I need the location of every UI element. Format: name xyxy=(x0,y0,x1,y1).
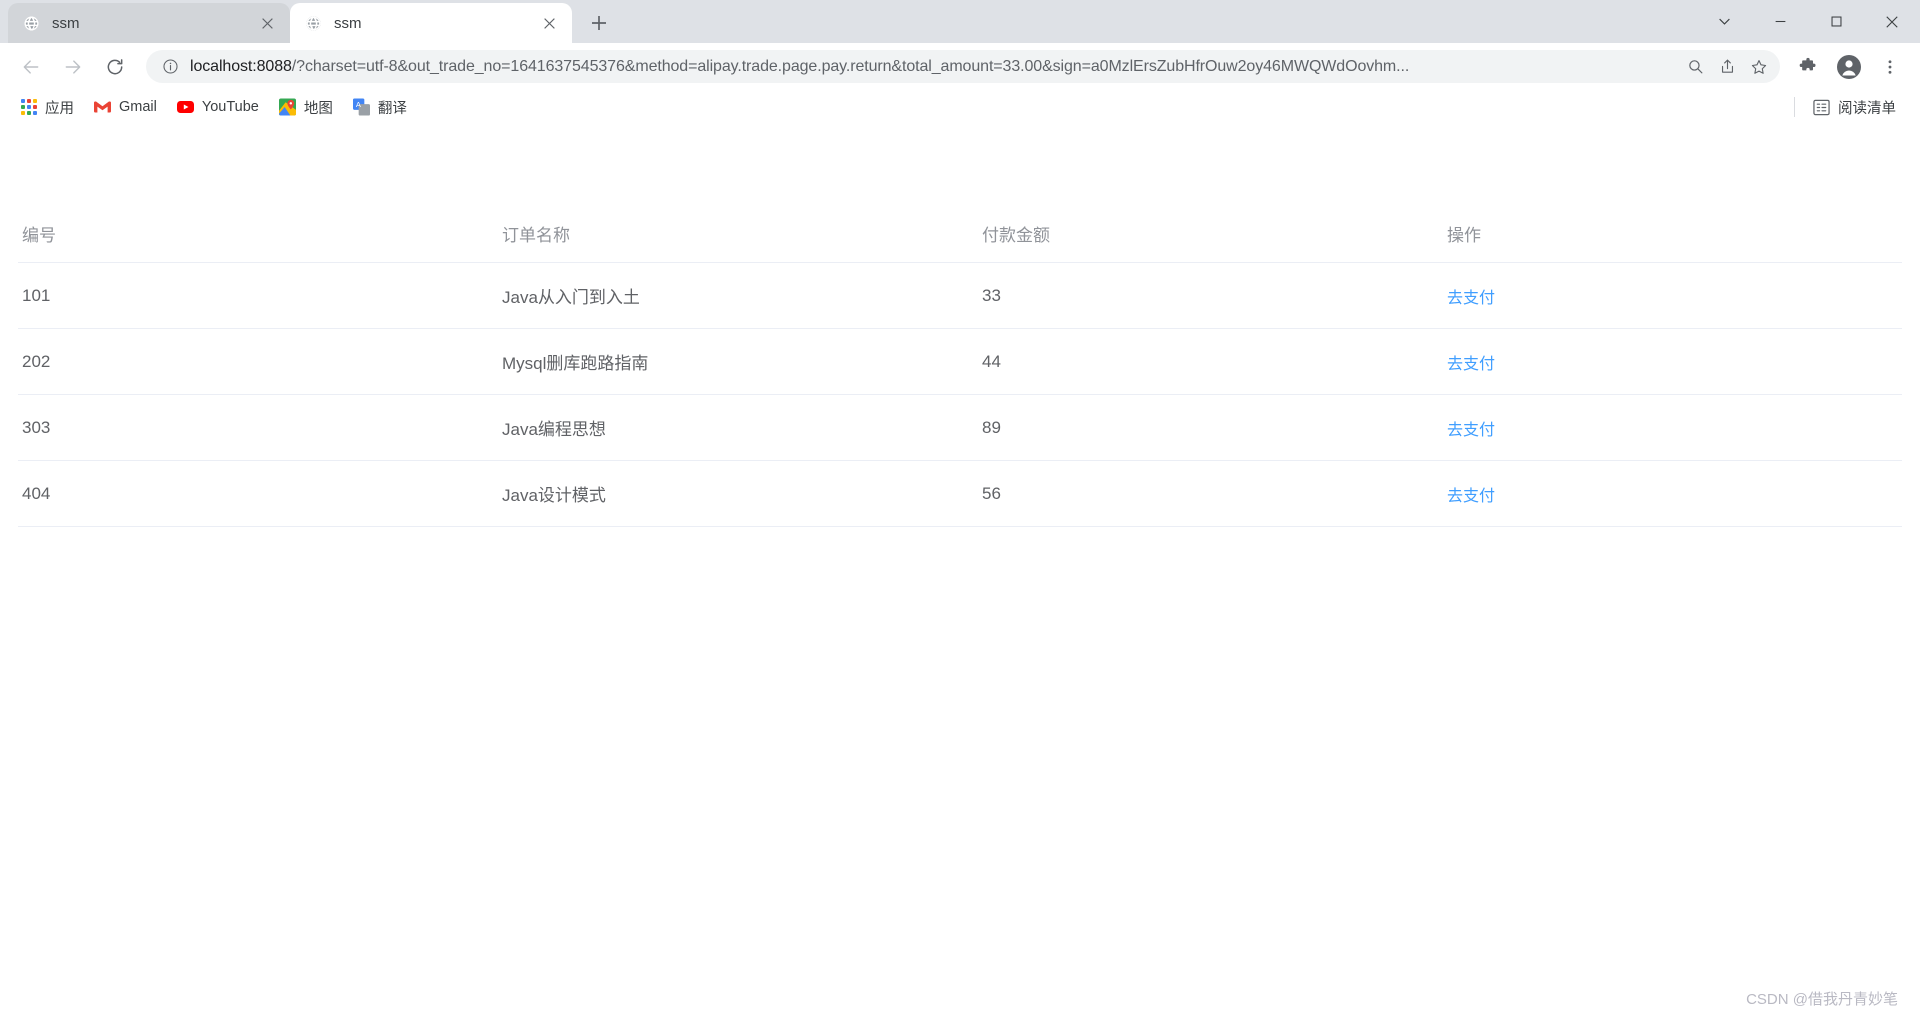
cell-name: Java设计模式 xyxy=(498,460,978,527)
table-header-row: 编号 订单名称 付款金额 操作 xyxy=(18,205,1902,263)
browser-tab-1[interactable]: ssm xyxy=(8,3,290,43)
table-row: 101 Java从入门到入土 33 去支付 xyxy=(18,262,1902,329)
cell-id: 303 xyxy=(18,394,498,461)
table-head: 编号 订单名称 付款金额 操作 xyxy=(18,205,1902,263)
bookmark-gmail[interactable]: Gmail xyxy=(86,94,165,120)
bookmark-label: 翻译 xyxy=(377,100,407,117)
cell-amount: 89 xyxy=(978,394,1443,461)
close-icon[interactable] xyxy=(256,12,278,34)
cell-name: Java从入门到入土 xyxy=(498,262,978,329)
bookmarks-divider xyxy=(1794,97,1795,117)
puzzle-icon[interactable] xyxy=(1790,49,1826,85)
translate-icon: A xyxy=(352,98,370,116)
youtube-icon xyxy=(176,99,194,116)
table-body: 101 Java从入门到入土 33 去支付 202 Mysql删库跑路指南 44… xyxy=(18,262,1902,527)
cell-amount: 56 xyxy=(978,460,1443,527)
pay-link[interactable]: 去支付 xyxy=(1447,422,1495,439)
cell-name: Java编程思想 xyxy=(498,394,978,461)
tab-search-icon[interactable] xyxy=(1696,0,1752,43)
avatar[interactable] xyxy=(1834,52,1864,82)
bookmark-label: 地图 xyxy=(303,100,333,117)
bookmark-label: Gmail xyxy=(119,99,157,115)
back-icon[interactable] xyxy=(13,49,49,85)
address-bar[interactable]: localhost:8088/?charset=utf-8&out_trade_… xyxy=(146,50,1780,83)
cell-name: Mysql删库跑路指南 xyxy=(498,328,978,395)
cell-id: 202 xyxy=(18,328,498,395)
new-tab-button[interactable] xyxy=(582,6,616,40)
cell-action: 去支付 xyxy=(1443,460,1902,527)
cell-action: 去支付 xyxy=(1443,394,1902,461)
info-circle-icon[interactable] xyxy=(160,57,180,77)
page-content: 编号 订单名称 付款金额 操作 101 Java从入门到入土 33 去支付 20… xyxy=(0,205,1920,527)
reading-list-button[interactable]: 阅读清单 xyxy=(1805,94,1904,120)
apps-grid-icon xyxy=(20,99,37,116)
url-text: localhost:8088/?charset=utf-8&out_trade_… xyxy=(190,50,1678,83)
cell-amount: 44 xyxy=(978,328,1443,395)
bookmark-translate[interactable]: A 翻译 xyxy=(345,94,415,120)
cell-action: 去支付 xyxy=(1443,262,1902,329)
reading-list-label: 阅读清单 xyxy=(1838,100,1896,117)
star-icon[interactable] xyxy=(1744,52,1774,82)
table-row: 202 Mysql删库跑路指南 44 去支付 xyxy=(18,328,1902,395)
gmail-icon xyxy=(94,99,111,116)
minimize-icon[interactable] xyxy=(1752,0,1808,43)
forward-icon[interactable] xyxy=(55,49,91,85)
cell-id: 404 xyxy=(18,460,498,527)
window-controls xyxy=(1696,0,1920,43)
browser-toolbar: localhost:8088/?charset=utf-8&out_trade_… xyxy=(0,43,1920,90)
tab-title: ssm xyxy=(334,14,362,32)
three-dots-icon[interactable] xyxy=(1872,49,1908,85)
cell-id: 101 xyxy=(18,262,498,329)
pay-link[interactable]: 去支付 xyxy=(1447,488,1495,505)
cell-amount: 33 xyxy=(978,262,1443,329)
table-row: 404 Java设计模式 56 去支付 xyxy=(18,460,1902,527)
tab-strip: ssm ssm xyxy=(0,0,1920,43)
pay-link[interactable]: 去支付 xyxy=(1447,290,1495,307)
share-icon[interactable] xyxy=(1712,52,1742,82)
column-header-action: 操作 xyxy=(1443,205,1902,263)
bookmark-label: 应用 xyxy=(45,100,74,117)
reading-list-icon xyxy=(1813,99,1830,116)
table-row: 303 Java编程思想 89 去支付 xyxy=(18,394,1902,461)
browser-window: ssm ssm localhost:8088/?charset=utf-8&ou… xyxy=(0,0,1920,1021)
url-host: localhost:8088 xyxy=(190,58,292,75)
cell-action: 去支付 xyxy=(1443,328,1902,395)
bookmark-label: YouTube xyxy=(201,99,259,115)
search-icon[interactable] xyxy=(1680,52,1710,82)
bookmark-apps[interactable]: 应用 xyxy=(12,94,82,120)
page-viewport: 编号 订单名称 付款金额 操作 101 Java从入门到入土 33 去支付 20… xyxy=(0,125,1920,1021)
browser-tab-2[interactable]: ssm xyxy=(290,3,572,43)
column-header-name: 订单名称 xyxy=(498,205,978,263)
column-header-amount: 付款金额 xyxy=(978,205,1443,263)
maximize-icon[interactable] xyxy=(1808,0,1864,43)
bookmark-maps[interactable]: 地图 xyxy=(271,94,341,120)
bookmark-youtube[interactable]: YouTube xyxy=(169,94,267,120)
order-table: 编号 订单名称 付款金额 操作 101 Java从入门到入土 33 去支付 20… xyxy=(18,205,1902,527)
close-icon[interactable] xyxy=(538,12,560,34)
bookmarks-bar: 应用 Gmail YouTube 地图 A 翻译 阅读清单 xyxy=(0,90,1920,125)
tab-title: ssm xyxy=(52,14,80,32)
globe-icon xyxy=(304,14,323,33)
maps-pin-icon xyxy=(278,98,296,116)
column-header-id: 编号 xyxy=(18,205,498,263)
watermark: CSDN @借我丹青妙笔 xyxy=(1746,991,1898,1008)
globe-icon xyxy=(22,14,41,33)
reload-icon[interactable] xyxy=(97,49,133,85)
pay-link[interactable]: 去支付 xyxy=(1447,356,1495,373)
url-path: /?charset=utf-8&out_trade_no=16416375453… xyxy=(291,58,1410,75)
close-window-icon[interactable] xyxy=(1864,0,1920,43)
